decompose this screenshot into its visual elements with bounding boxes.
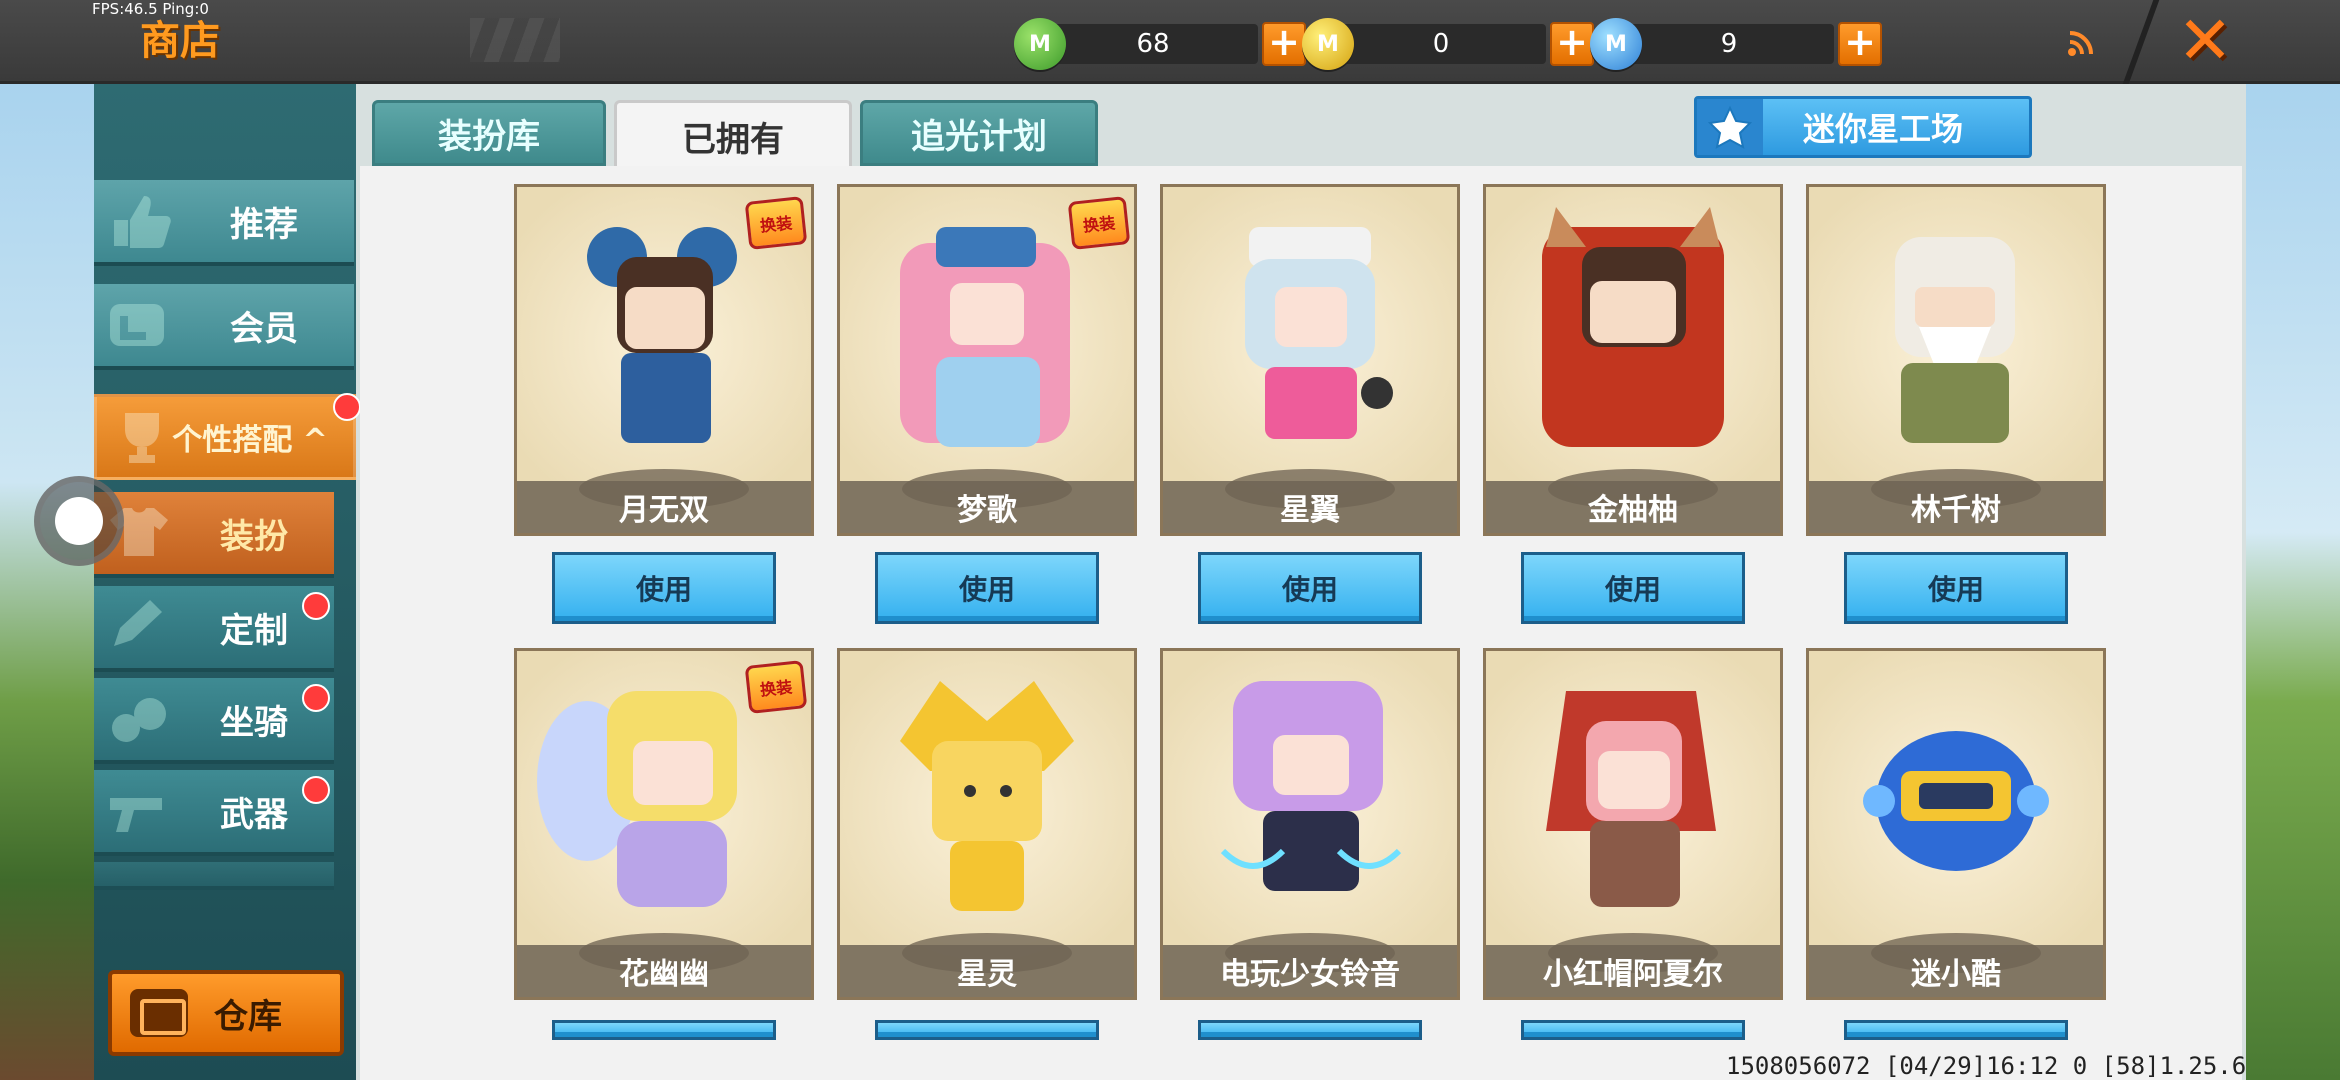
currency-blue-value: 9 xyxy=(1624,24,1834,64)
blue-mini-coin-icon: M xyxy=(1590,18,1642,70)
use-button-partial[interactable] xyxy=(875,1020,1099,1040)
pencil-icon xyxy=(114,600,162,646)
sidebar-item-label: 武器 xyxy=(220,794,288,835)
skin-name: 林千树 xyxy=(1809,481,2103,533)
floating-assist-button[interactable] xyxy=(34,476,124,566)
sidebar-item-label: 个性搭配 ^ xyxy=(172,423,328,458)
currency-green: M 68 + xyxy=(1014,16,1306,72)
skin-card-mixiaoku[interactable]: 迷小酷 xyxy=(1806,648,2106,1000)
mini-star-workshop-button[interactable]: 迷你星工场 xyxy=(1694,96,2032,158)
use-button-partial[interactable] xyxy=(1844,1020,2068,1040)
notification-dot xyxy=(302,684,330,712)
notification-dot xyxy=(333,393,361,421)
skin-name: 星灵 xyxy=(840,945,1134,997)
star-icon xyxy=(1697,99,1763,155)
use-button[interactable]: 使用 xyxy=(1844,552,2068,624)
use-button-partial[interactable] xyxy=(1521,1020,1745,1040)
outfit-change-badge: 换装 xyxy=(744,196,808,250)
thumbs-up-icon xyxy=(114,196,171,248)
use-button-partial[interactable] xyxy=(1198,1020,1422,1040)
chest-icon xyxy=(130,989,188,1037)
skin-name: 金柚柚 xyxy=(1486,481,1780,533)
scenery-right xyxy=(2244,84,2340,1080)
skin-card-linqianshu[interactable]: 林千树 xyxy=(1806,184,2106,536)
use-button[interactable]: 使用 xyxy=(552,552,776,624)
skin-card-xingyi[interactable]: 星翼 xyxy=(1160,184,1460,536)
use-button-partial[interactable] xyxy=(552,1020,776,1040)
green-mini-coin-icon: M xyxy=(1014,18,1066,70)
currency-gold-value: 0 xyxy=(1336,24,1546,64)
scenery-left xyxy=(0,84,100,1080)
sidebar-item-label: 定制 xyxy=(220,610,288,651)
sidebar-item-label: 装扮 xyxy=(220,516,288,557)
character-portrait xyxy=(900,681,1074,911)
sidebar-item-label: 推荐 xyxy=(230,204,298,245)
skin-name: 月无双 xyxy=(517,481,811,533)
sidebar-item-label: 会员 xyxy=(230,308,298,349)
skin-card-xingling[interactable]: 星灵 xyxy=(837,648,1137,1000)
use-button[interactable]: 使用 xyxy=(1521,552,1745,624)
tab-owned[interactable]: 已拥有 xyxy=(614,100,852,170)
shop-title: 商店 xyxy=(140,18,220,64)
warehouse-label: 仓库 xyxy=(214,996,282,1037)
floating-button-core xyxy=(55,497,103,545)
sidebar-item-label: 坐骑 xyxy=(220,702,288,743)
skin-card-huayouyou[interactable]: 换装 花幽幽 xyxy=(514,648,814,1000)
decorative-stripe xyxy=(470,18,560,62)
sidebar-item-weapon[interactable]: 武器 xyxy=(94,770,334,856)
sidebar-item-outfit-group[interactable]: 个性搭配 ^ xyxy=(94,393,361,480)
currency-gold: M 0 + xyxy=(1302,16,1594,72)
warehouse-button[interactable]: 仓库 xyxy=(108,970,344,1056)
gun-icon xyxy=(110,798,162,832)
character-portrait xyxy=(1245,227,1393,439)
skin-card-dianwan-shaonv-lingyin[interactable]: 电玩少女铃音 xyxy=(1160,648,1460,1000)
sidebar-item-vip[interactable]: 会员 xyxy=(94,284,354,370)
add-blue-coin-button[interactable]: + xyxy=(1838,22,1882,66)
build-status-text: 1508056072 [04/29]16:12 0 [58]1.25.6 xyxy=(1726,1052,2247,1080)
notification-dot xyxy=(302,776,330,804)
vip-icon xyxy=(110,304,164,346)
top-bar-divider xyxy=(2122,0,2160,84)
top-bar: FPS:46.5 Ping:0 商店 M 68 + M 0 + M 9 + ✕ xyxy=(0,0,2340,84)
notification-dot xyxy=(302,592,330,620)
sidebar-item-custom[interactable]: 定制 xyxy=(94,586,334,672)
signal-icon xyxy=(2068,31,2093,56)
outfit-change-badge: 换装 xyxy=(1067,196,1131,250)
skin-card-jinyouyou[interactable]: 金柚柚 xyxy=(1483,184,1783,536)
use-button[interactable]: 使用 xyxy=(875,552,1099,624)
currency-blue: M 9 + xyxy=(1590,16,1882,72)
close-button[interactable]: ✕ xyxy=(2170,6,2240,76)
character-portrait xyxy=(1546,691,1716,907)
skin-card-mengge[interactable]: 换装 梦歌 xyxy=(837,184,1137,536)
star-workshop-label: 迷你星工场 xyxy=(1803,110,1964,148)
outfit-change-badge: 换装 xyxy=(744,660,808,714)
trophy-icon xyxy=(125,413,159,463)
use-button[interactable]: 使用 xyxy=(1198,552,1422,624)
skin-name: 迷小酷 xyxy=(1809,945,2103,997)
skin-card-xiaohongmao-axiaer[interactable]: 小红帽阿夏尔 xyxy=(1483,648,1783,1000)
mount-icon xyxy=(112,698,166,742)
sidebar-item-recommend[interactable]: 推荐 xyxy=(94,180,354,266)
sidebar-item-partial xyxy=(94,862,334,890)
character-portrait xyxy=(1863,731,2049,871)
sidebar-item-mount[interactable]: 坐骑 xyxy=(94,678,334,764)
skin-name: 星翼 xyxy=(1163,481,1457,533)
skin-name: 花幽幽 xyxy=(517,945,811,997)
skin-name: 梦歌 xyxy=(840,481,1134,533)
tab-chase-light-plan[interactable]: 追光计划 xyxy=(860,100,1098,166)
character-portrait xyxy=(1895,237,2015,443)
add-gold-coin-button[interactable]: + xyxy=(1550,22,1594,66)
character-portrait xyxy=(1542,207,1724,447)
sidebar-item-dress-up[interactable]: 装扮 xyxy=(94,492,334,578)
skin-card-yuewushuang[interactable]: 换装 月无双 xyxy=(514,184,814,536)
skin-name: 小红帽阿夏尔 xyxy=(1486,945,1780,997)
add-green-coin-button[interactable]: + xyxy=(1262,22,1306,66)
gold-mini-coin-icon: M xyxy=(1302,18,1354,70)
character-portrait xyxy=(1220,681,1402,891)
skin-name: 电玩少女铃音 xyxy=(1163,945,1457,997)
tab-dress-library[interactable]: 装扮库 xyxy=(372,100,606,166)
currency-green-value: 68 xyxy=(1048,24,1258,64)
